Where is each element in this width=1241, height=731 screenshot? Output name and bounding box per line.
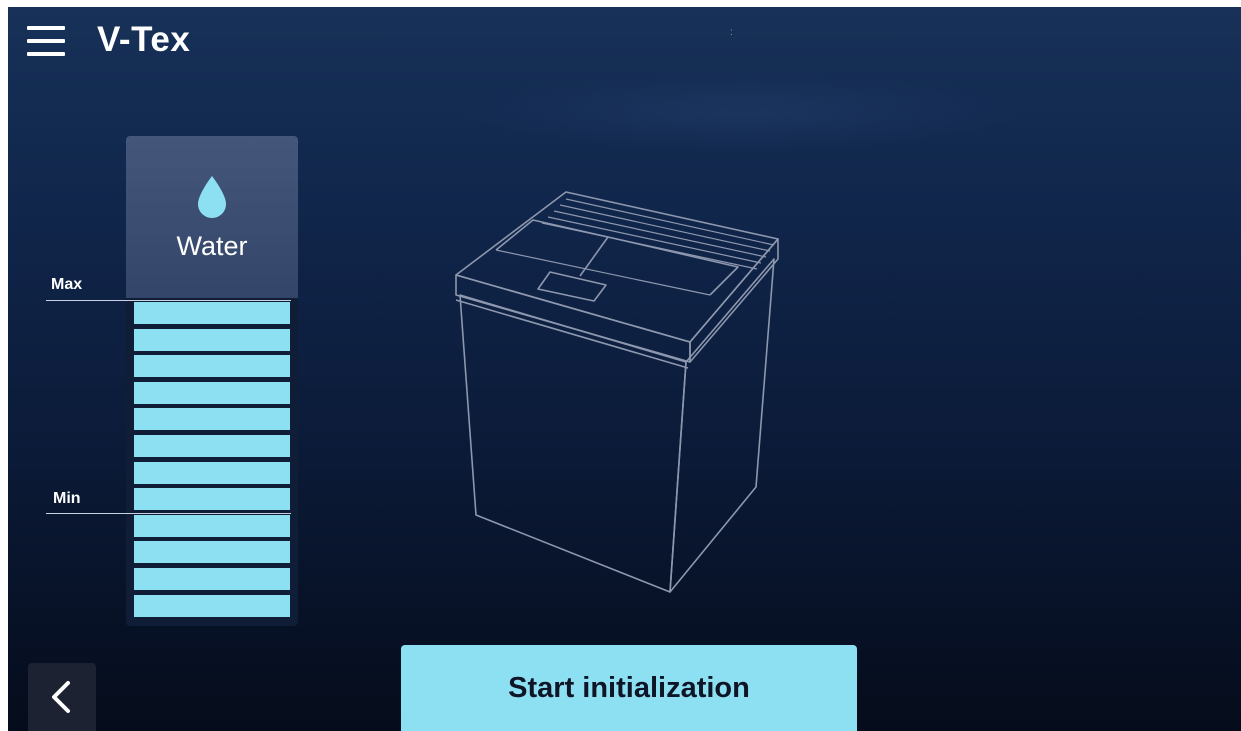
water-level-segment — [134, 488, 290, 511]
status-mark: : — [730, 27, 733, 38]
min-line — [46, 513, 291, 514]
background-glow — [463, 72, 1023, 152]
water-level-segment — [134, 461, 290, 484]
water-level-segment — [134, 594, 290, 617]
app-title: V-Tex — [97, 20, 191, 59]
water-level-segment — [134, 302, 290, 324]
water-level-segment — [134, 408, 290, 431]
hamburger-menu-icon[interactable] — [25, 24, 69, 58]
water-level-segment — [134, 514, 290, 537]
water-panel-header: Water — [126, 136, 298, 298]
water-level-segment — [134, 328, 290, 351]
min-label: Min — [53, 490, 81, 507]
max-label: Max — [51, 276, 83, 293]
water-level-segment — [134, 381, 290, 404]
app-screen: V-Tex : Water Max Min Start initializati… — [8, 7, 1241, 731]
water-level-segment — [134, 355, 290, 378]
water-level-segment — [134, 567, 290, 590]
chevron-left-icon — [52, 681, 70, 713]
water-level-segment — [134, 541, 290, 564]
water-level-panel: Water — [126, 136, 298, 626]
water-level-segment — [134, 434, 290, 457]
water-drop-icon — [198, 176, 226, 218]
back-button[interactable] — [28, 663, 96, 731]
max-line — [46, 300, 291, 301]
water-label: Water — [176, 231, 248, 261]
machine-wireframe-illustration — [455, 191, 779, 593]
start-initialization-button[interactable]: Start initialization — [401, 645, 857, 731]
water-level-bars — [134, 302, 290, 621]
